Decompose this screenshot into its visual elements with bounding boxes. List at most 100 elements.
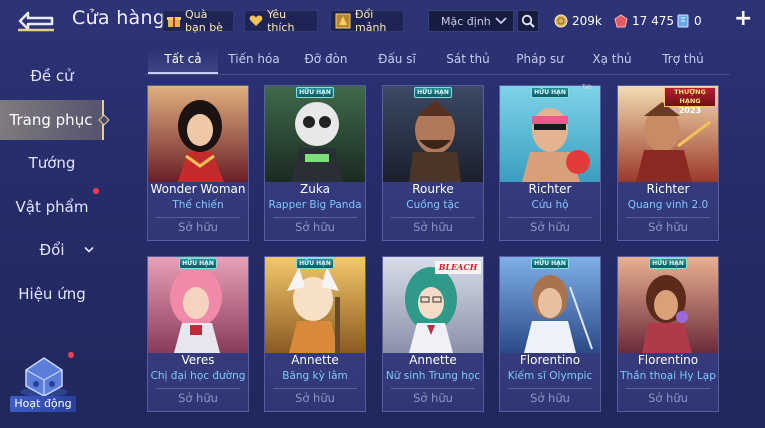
skin-name: Nữ sinh Trung học (385, 370, 481, 382)
voucher-amount: 0 (694, 14, 702, 28)
tab-tank[interactable]: Đỡ đòn (291, 52, 361, 66)
limited-badge: HỮU HẠN (531, 258, 569, 269)
top-bar: Cửa hàng Quà bạn bè Yêu thích Đổi mảnh M… (0, 0, 765, 42)
skin-art (618, 257, 718, 353)
skin-name: Cứu hộ (531, 199, 569, 211)
friend-gift-label: Quà bạn bè (185, 8, 223, 34)
friend-gift-button[interactable]: Quà bạn bè (162, 8, 234, 34)
skin-name: Rapper Big Panda (268, 199, 362, 211)
owned-status: Sở hữu (178, 391, 218, 405)
divider (273, 388, 357, 389)
hero-name: Richter (646, 182, 690, 196)
limited-badge: HỮU HẠN (296, 87, 334, 98)
sidebar-item-heroes[interactable]: Tướng (0, 143, 104, 183)
skin-card[interactable]: BLEACH Annette Nữ sinh Trung học Sở hữu (382, 256, 484, 412)
heart-icon (249, 13, 263, 29)
skin-card[interactable]: THƯỢNG HẠNG 2023 Richter Quang vinh 2.0 … (617, 85, 719, 241)
gem-amount: 17 475 (632, 14, 674, 28)
search-button[interactable] (517, 10, 539, 32)
gem-icon (614, 14, 628, 28)
skin-name: Kiếm sĩ Olympic (507, 370, 593, 382)
divider (156, 388, 240, 389)
event-notification-dot (68, 352, 74, 358)
owned-status: Sở hữu (178, 220, 218, 234)
tab-mage[interactable]: Pháp sư (505, 52, 575, 66)
limited-badge: HỮU HẠN (531, 87, 569, 98)
sidebar-item-featured[interactable]: Đề cử (0, 56, 104, 96)
add-currency-button[interactable]: + (734, 8, 752, 31)
owned-status: Sở hữu (413, 220, 453, 234)
skin-art (265, 86, 365, 182)
owned-status: Sở hữu (648, 391, 688, 405)
sort-selected: Mặc định (441, 14, 491, 28)
skin-art (265, 257, 365, 353)
voucher-icon (676, 14, 690, 28)
tab-tag: Tab (581, 84, 592, 91)
sidebar-item-effects[interactable]: Hiệu ứng (0, 274, 104, 314)
voucher-currency: 0 (676, 12, 702, 30)
skin-card[interactable]: HỮU HẠN Veres Chị đại học đường Sở hữu (147, 256, 249, 412)
skin-card[interactable]: HỮU HẠN Tab Richter Cứu hộ Sở hữu (499, 84, 601, 241)
sidebar-item-items[interactable]: Vật phẩm (0, 187, 104, 227)
tab-assassin[interactable]: Sát thủ (433, 52, 503, 66)
divider (156, 217, 240, 218)
skin-name: Thế chiến (172, 199, 224, 211)
divider (273, 217, 357, 218)
skin-card[interactable]: HỮU HẠN Florentino Kiếm sĩ Olympic Sở hữ… (499, 256, 601, 412)
skin-art (500, 86, 600, 182)
tab-marksman[interactable]: Xạ thủ (577, 52, 647, 66)
active-diamond-icon (98, 114, 110, 126)
chevron-down-icon (84, 246, 94, 253)
tab-all[interactable]: Tất cả (148, 52, 218, 66)
event-controller-icon (20, 357, 68, 397)
exchange-label: Đổi mảnh (355, 8, 387, 34)
favorite-button[interactable]: Yêu thích (244, 8, 318, 34)
skin-card[interactable]: HỮU HẠN Zuka Rapper Big Panda Sở hữu (264, 85, 366, 241)
gold-amount: 209k (572, 14, 602, 28)
notification-dot (93, 188, 99, 194)
sort-dropdown[interactable]: Mặc định (428, 10, 514, 32)
search-icon (521, 14, 535, 28)
owned-status: Sở hữu (648, 220, 688, 234)
divider (626, 388, 710, 389)
hero-name: Annette (291, 353, 339, 367)
gift-icon (167, 13, 181, 29)
hero-name: Annette (409, 353, 457, 367)
chevron-down-icon (495, 17, 507, 25)
limited-badge: HỮU HẠN (296, 258, 334, 269)
gold-coin-icon (554, 14, 568, 28)
skin-art (148, 257, 248, 353)
divider (391, 217, 475, 218)
back-button[interactable] (14, 6, 58, 34)
skin-card[interactable]: HỮU HẠN Rourke Cuồng tặc Sở hữu (382, 85, 484, 241)
sidebar-item-label: Đổi (39, 241, 65, 259)
owned-status: Sở hữu (295, 220, 335, 234)
tab-fighter[interactable]: Đấu sĩ (362, 52, 432, 66)
tab-support[interactable]: Trợ thủ (648, 52, 718, 66)
skin-art (383, 86, 483, 182)
favorite-label: Yêu thích (267, 8, 295, 34)
hero-name: Rourke (412, 182, 454, 196)
sidebar-item-label: Vật phẩm (15, 198, 89, 216)
back-arrow-icon (18, 11, 54, 32)
sidebar-item-skins[interactable]: Trang phục (0, 100, 110, 140)
hero-name: Wonder Woman (150, 182, 246, 196)
divider (626, 217, 710, 218)
premium-badge: THƯỢNG HẠNG 2023 (664, 87, 716, 115)
divider (508, 217, 592, 218)
limited-badge: HỮU HẠN (179, 258, 217, 269)
tab-evolution[interactable]: Tiến hóa (219, 52, 289, 66)
skin-card[interactable]: HỮU HẠN Florentino Thần thoại Hy Lạp Sở … (617, 256, 719, 412)
owned-status: Sở hữu (295, 391, 335, 405)
skin-card[interactable]: Wonder Woman Thế chiến Sở hữu (147, 85, 249, 241)
page-title: Cửa hàng (72, 7, 166, 29)
hero-name: Zuka (300, 182, 330, 196)
gold-currency: 209k (554, 12, 602, 30)
skin-name: Thần thoại Hy Lạp (620, 370, 716, 382)
limited-badge: HỮU HẠN (649, 258, 687, 269)
fragment-icon (335, 13, 351, 29)
sidebar-item-label: Tướng (28, 154, 76, 172)
premium-badge-line2: 2023 (678, 106, 702, 115)
exchange-fragments-button[interactable]: Đổi mảnh (330, 8, 404, 34)
skin-card[interactable]: HỮU HẠN Annette Băng kỳ lâm Sở hữu (264, 256, 366, 412)
